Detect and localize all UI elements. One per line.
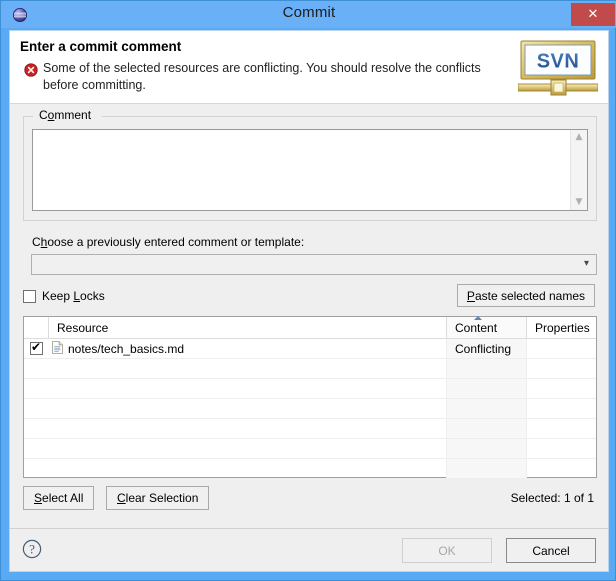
commit-dialog: Commit ✕ Enter a commit comment Some of … — [0, 0, 616, 581]
row-checkbox-cell[interactable] — [24, 339, 49, 358]
group-border-left — [23, 116, 33, 117]
window-title: Commit — [282, 4, 336, 21]
help-question-icon[interactable]: ? — [22, 539, 42, 559]
group-border-right — [102, 116, 597, 117]
empty-resource-cell — [49, 459, 447, 478]
empty-resource-cell — [49, 399, 447, 418]
keep-locks-label-pre: Keep — [42, 289, 74, 303]
column-header-content-label: Content — [455, 320, 498, 335]
column-header-check[interactable] — [24, 317, 49, 338]
cell-resource: notes/tech_basics.md — [49, 339, 447, 358]
error-circle-icon — [24, 63, 38, 77]
svn-logo: SVN — [517, 39, 599, 97]
empty-properties-cell — [527, 439, 596, 458]
table-row-empty — [24, 439, 596, 459]
comment-label: Comment — [36, 108, 95, 122]
select-all-mnemonic: S — [34, 491, 43, 505]
column-header-properties-label: Properties — [535, 320, 590, 335]
empty-content-cell — [447, 419, 527, 438]
empty-check-cell — [24, 379, 49, 398]
clear-selection-button[interactable]: Clear Selection — [106, 486, 210, 510]
empty-resource-cell — [49, 379, 447, 398]
template-label-post: oose a previously entered comment or tem… — [47, 235, 305, 249]
cancel-button[interactable]: Cancel — [506, 538, 596, 563]
empty-properties-cell — [527, 379, 596, 398]
comment-label-pre: C — [39, 108, 48, 122]
table-row-empty — [24, 379, 596, 399]
empty-resource-cell — [49, 419, 447, 438]
paste-button-label: aste selected names — [474, 288, 585, 303]
empty-content-cell — [447, 399, 527, 418]
template-label-pre: C — [32, 235, 41, 249]
dialog-body: Comment ▲ ▼ Choose a previously entered … — [9, 104, 609, 528]
empty-properties-cell — [527, 459, 596, 478]
cell-properties — [527, 339, 596, 358]
column-header-properties[interactable]: Properties — [527, 317, 596, 338]
empty-check-cell — [24, 399, 49, 418]
column-header-content[interactable]: Content — [447, 316, 527, 338]
table-row[interactable]: notes/tech_basics.md Conflicting — [24, 339, 596, 359]
empty-resource-cell — [49, 359, 447, 378]
empty-properties-cell — [527, 419, 596, 438]
resources-table[interactable]: Resource Content Properties notes/tech_b… — [23, 316, 597, 479]
empty-check-cell — [24, 459, 49, 478]
ok-button[interactable]: OK — [402, 538, 492, 563]
title-bar: Commit ✕ — [1, 1, 616, 28]
empty-check-cell — [24, 419, 49, 438]
comment-input[interactable] — [37, 132, 567, 208]
header-message: Some of the selected resources are confl… — [43, 61, 481, 92]
cell-content-status: Conflicting — [447, 339, 527, 358]
select-all-label: elect All — [42, 491, 84, 505]
comment-group: Comment ▲ ▼ — [23, 108, 597, 221]
file-document-icon — [52, 340, 63, 357]
empty-content-cell — [447, 459, 527, 478]
scroll-up-icon[interactable]: ▲ — [576, 130, 583, 145]
template-combo-label: Choose a previously entered comment or t… — [32, 235, 304, 249]
dialog-header: Enter a commit comment Some of the selec… — [9, 30, 609, 104]
svg-text:SVN: SVN — [537, 51, 580, 73]
sort-ascending-icon — [474, 316, 482, 320]
empty-resource-cell — [49, 439, 447, 458]
table-row-empty — [24, 459, 596, 479]
clear-selection-label: lear Selection — [125, 491, 199, 505]
dialog-footer: ? OK Cancel — [9, 528, 609, 572]
table-body: notes/tech_basics.md Conflicting — [24, 339, 596, 479]
table-header-row: Resource Content Properties — [24, 316, 596, 339]
keep-locks-label: Keep Locks — [42, 289, 105, 303]
comment-scrollbar[interactable]: ▲ ▼ — [570, 130, 587, 210]
table-row-empty — [24, 419, 596, 439]
comment-label-post: mment — [54, 108, 92, 122]
paste-selected-names-button[interactable]: Paste selected names — [456, 284, 595, 307]
row-checkbox[interactable] — [30, 340, 43, 355]
selected-count-status: Selected: 1 of 1 — [510, 491, 594, 505]
header-title: Enter a commit comment — [20, 39, 182, 54]
table-row-empty — [24, 399, 596, 419]
chevron-down-icon[interactable]: ▾ — [584, 258, 589, 269]
empty-properties-cell — [527, 359, 596, 378]
select-all-button[interactable]: Select All — [23, 486, 95, 510]
cell-resource-label: notes/tech_basics.md — [68, 341, 185, 356]
paste-button-mnemonic: P — [466, 288, 475, 303]
empty-check-cell — [24, 439, 49, 458]
close-button[interactable]: ✕ — [571, 3, 615, 26]
table-row-empty — [24, 359, 596, 379]
empty-check-cell — [24, 359, 49, 378]
clear-selection-mnemonic: C — [117, 491, 126, 505]
empty-content-cell — [447, 439, 527, 458]
scroll-down-icon[interactable]: ▼ — [576, 195, 583, 210]
column-header-resource[interactable]: Resource — [49, 317, 447, 338]
svg-text:?: ? — [29, 542, 35, 557]
keep-locks-row[interactable]: Keep Locks — [23, 289, 105, 303]
keep-locks-checkbox[interactable] — [23, 289, 36, 303]
column-header-resource-label: Resource — [57, 320, 109, 335]
keep-locks-label-post: ocks — [80, 289, 105, 303]
close-icon: ✕ — [587, 7, 599, 22]
empty-properties-cell — [527, 399, 596, 418]
comment-textarea-wrapper: ▲ ▼ — [32, 129, 588, 211]
empty-content-cell — [447, 379, 527, 398]
empty-content-cell — [447, 359, 527, 378]
template-combo[interactable]: ▾ — [31, 254, 597, 275]
